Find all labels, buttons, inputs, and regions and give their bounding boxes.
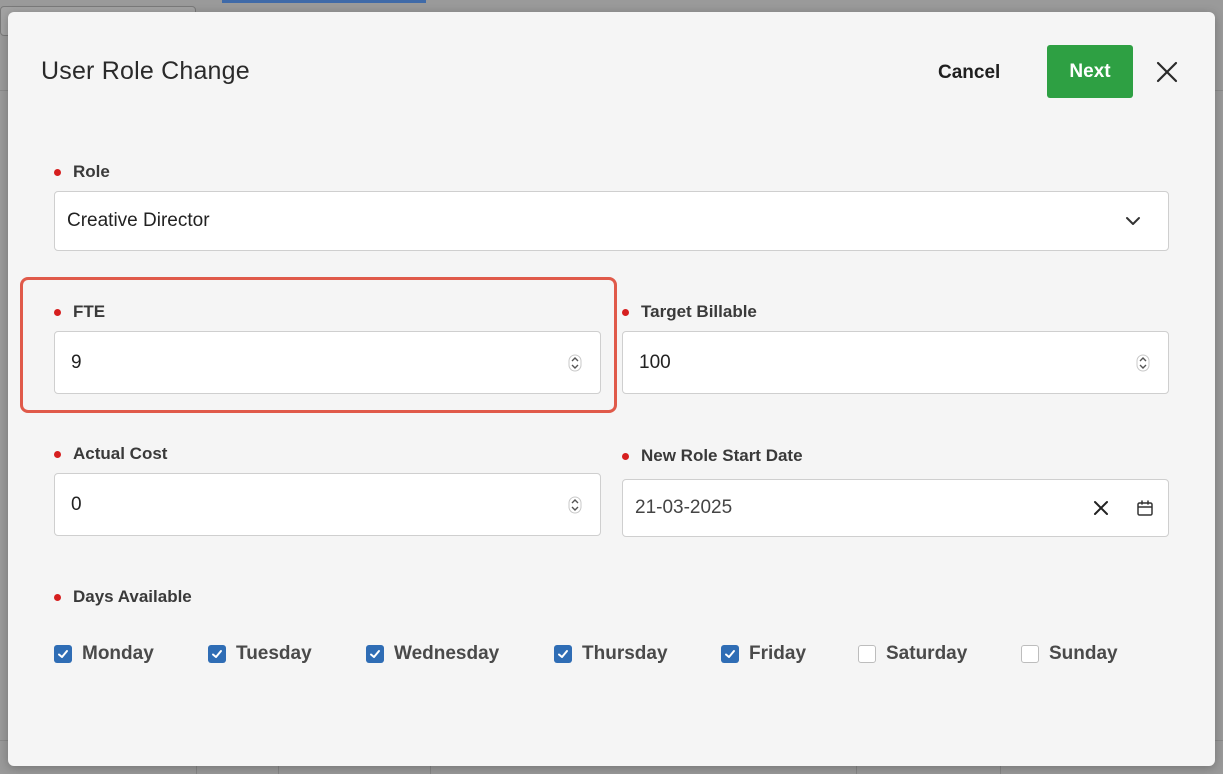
fte-label-text: FTE [73, 302, 106, 321]
day-checkbox-sunday[interactable]: Sunday [1021, 643, 1131, 665]
day-checkbox-wednesday[interactable]: Wednesday [366, 643, 554, 665]
day-label: Thursday [582, 643, 668, 664]
day-checkbox-thursday[interactable]: Thursday [554, 643, 721, 665]
actual-cost-label-text: Actual Cost [73, 444, 168, 463]
day-label: Wednesday [394, 643, 500, 664]
checkbox[interactable] [366, 645, 384, 663]
modal-title: User Role Change [41, 57, 250, 85]
checkbox[interactable] [721, 645, 739, 663]
required-indicator [622, 452, 629, 460]
day-label: Tuesday [236, 643, 312, 664]
target-billable-input-value: 100 [639, 351, 671, 373]
required-indicator [54, 450, 61, 458]
checkbox[interactable] [1021, 645, 1039, 663]
day-checkbox-friday[interactable]: Friday [721, 643, 858, 665]
day-checkbox-saturday[interactable]: Saturday [858, 643, 1021, 665]
new-role-start-date-label: New Role Start Date [622, 446, 803, 466]
calendar-icon[interactable] [1136, 499, 1154, 517]
role-select-value: Creative Director [67, 210, 210, 231]
day-checkbox-monday[interactable]: Monday [54, 643, 208, 665]
days-available-label-text: Days Available [73, 587, 192, 606]
chevron-down-icon [1126, 217, 1140, 225]
required-indicator [54, 168, 61, 176]
day-label: Saturday [886, 643, 968, 664]
actual-cost-input[interactable]: 0 [54, 473, 601, 536]
spinner-icon[interactable] [1136, 352, 1150, 374]
user-role-change-modal: User Role Change Cancel Next Role Creati… [8, 12, 1215, 766]
check-icon [212, 650, 222, 658]
spinner-icon[interactable] [568, 352, 582, 374]
target-billable-label: Target Billable [622, 302, 757, 322]
actual-cost-input-value: 0 [71, 493, 82, 515]
close-button[interactable] [1153, 58, 1181, 86]
required-indicator [54, 593, 61, 601]
day-label: Friday [749, 643, 807, 664]
fte-label: FTE [54, 302, 105, 322]
fte-input-value: 9 [71, 351, 82, 373]
checkbox[interactable] [208, 645, 226, 663]
day-label: Sunday [1049, 643, 1118, 664]
target-billable-input[interactable]: 100 [622, 331, 1169, 394]
day-checkbox-tuesday[interactable]: Tuesday [208, 643, 366, 665]
checkbox[interactable] [554, 645, 572, 663]
check-icon [370, 650, 380, 658]
next-button[interactable]: Next [1047, 45, 1133, 98]
required-indicator [54, 308, 61, 316]
checkbox[interactable] [858, 645, 876, 663]
required-indicator [622, 308, 629, 316]
target-billable-label-text: Target Billable [641, 302, 757, 321]
background-active-tab [222, 0, 426, 10]
check-icon [725, 650, 735, 658]
start-date-value: 21-03-2025 [635, 497, 733, 518]
day-label: Monday [82, 643, 154, 664]
new-role-start-date-picker[interactable]: 21-03-2025 [622, 479, 1169, 537]
days-available-label: Days Available [54, 587, 192, 607]
spinner-icon[interactable] [568, 494, 582, 516]
role-label-text: Role [73, 162, 110, 181]
actual-cost-label: Actual Cost [54, 444, 167, 464]
check-icon [558, 650, 568, 658]
check-icon [58, 650, 68, 658]
role-label: Role [54, 162, 110, 182]
days-available-checkbox-group: Monday Tuesday Wednesday Thursday Friday… [54, 643, 1131, 665]
role-select[interactable]: Creative Director [54, 191, 1169, 251]
close-icon [1156, 61, 1178, 83]
fte-input[interactable]: 9 [54, 331, 601, 394]
new-role-start-date-label-text: New Role Start Date [641, 446, 803, 465]
checkbox[interactable] [54, 645, 72, 663]
cancel-button[interactable]: Cancel [938, 60, 1000, 86]
clear-icon[interactable] [1092, 499, 1110, 517]
